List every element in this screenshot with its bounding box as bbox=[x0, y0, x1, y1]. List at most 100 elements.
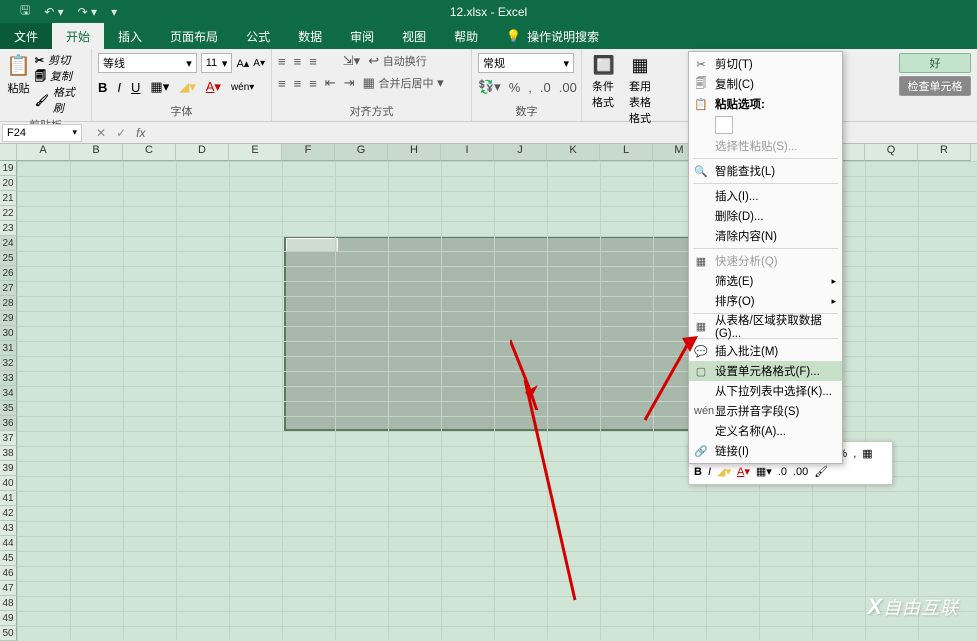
border-button[interactable]: ▦▾ bbox=[150, 79, 169, 95]
fill-color-button[interactable]: ◢▾ bbox=[179, 79, 196, 95]
font-color-button[interactable]: A▾ bbox=[206, 79, 221, 95]
row-header-50[interactable]: 50 bbox=[0, 626, 17, 641]
row-header-22[interactable]: 22 bbox=[0, 206, 17, 221]
row-header-40[interactable]: 40 bbox=[0, 476, 17, 491]
mini-fill-icon[interactable]: ◢▾ bbox=[717, 465, 731, 478]
name-box[interactable]: F24▾ bbox=[2, 124, 82, 142]
col-header-A[interactable]: A bbox=[17, 144, 70, 161]
col-header-J[interactable]: J bbox=[494, 144, 547, 161]
ctx-clear[interactable]: 清除内容(N) bbox=[689, 226, 842, 246]
currency-icon[interactable]: 💱▾ bbox=[478, 79, 501, 95]
align-top-icon[interactable]: ≡ bbox=[278, 54, 286, 69]
col-header-R[interactable]: R bbox=[918, 144, 971, 161]
col-header-B[interactable]: B bbox=[70, 144, 123, 161]
row-header-31[interactable]: 31 bbox=[0, 341, 17, 356]
mini-dec-icon[interactable]: .0 bbox=[778, 466, 787, 478]
row-header-43[interactable]: 43 bbox=[0, 521, 17, 536]
ctx-copy[interactable]: 🗐复制(C) bbox=[689, 74, 842, 94]
indent-dec-icon[interactable]: ⇤ bbox=[325, 75, 336, 91]
painter-button[interactable]: 🖌格式刷 bbox=[35, 85, 85, 117]
row-header-30[interactable]: 30 bbox=[0, 326, 17, 341]
ctx-comment[interactable]: 💬插入批注(M) bbox=[689, 341, 842, 361]
cond-format-button[interactable]: 🔲 条件格式 bbox=[588, 53, 620, 112]
tab-review[interactable]: 审阅 bbox=[336, 23, 388, 49]
tell-me[interactable]: 💡 操作说明搜索 bbox=[492, 23, 599, 49]
tab-help[interactable]: 帮助 bbox=[440, 23, 492, 49]
tab-data[interactable]: 数据 bbox=[284, 23, 336, 49]
ctx-dropdown-pick[interactable]: 从下拉列表中选择(K)... bbox=[689, 381, 842, 401]
ctx-paste-chip[interactable] bbox=[689, 114, 842, 136]
ctx-link[interactable]: 🔗链接(I) bbox=[689, 441, 842, 461]
mini-comma-icon[interactable]: , bbox=[853, 448, 856, 460]
col-header-D[interactable]: D bbox=[176, 144, 229, 161]
cancel-formula-icon[interactable]: ✕ bbox=[96, 126, 106, 140]
col-header-G[interactable]: G bbox=[335, 144, 388, 161]
col-header-I[interactable]: I bbox=[441, 144, 494, 161]
ctx-insert[interactable]: 插入(I)... bbox=[689, 186, 842, 206]
bold-button[interactable]: B bbox=[98, 80, 107, 95]
indent-inc-icon[interactable]: ⇥ bbox=[344, 75, 355, 91]
row-header-38[interactable]: 38 bbox=[0, 446, 17, 461]
row-header-20[interactable]: 20 bbox=[0, 176, 17, 191]
row-header-42[interactable]: 42 bbox=[0, 506, 17, 521]
mini-border2-icon[interactable]: ▦▾ bbox=[756, 465, 772, 478]
align-left-icon[interactable]: ≡ bbox=[278, 76, 286, 91]
mini-italic-button[interactable]: I bbox=[708, 466, 711, 478]
ctx-filter[interactable]: 筛选(E)▸ bbox=[689, 271, 842, 291]
mini-inc-icon[interactable]: .00 bbox=[793, 466, 808, 478]
cut-button[interactable]: ✂剪切 bbox=[35, 53, 85, 69]
row-header-29[interactable]: 29 bbox=[0, 311, 17, 326]
row-header-48[interactable]: 48 bbox=[0, 596, 17, 611]
row-header-36[interactable]: 36 bbox=[0, 416, 17, 431]
ctx-define-name[interactable]: 定义名称(A)... bbox=[689, 421, 842, 441]
row-header-23[interactable]: 23 bbox=[0, 221, 17, 236]
ctx-format-cells[interactable]: ▢设置单元格格式(F)... bbox=[689, 361, 842, 381]
table-format-button[interactable]: ▦ 套用 表格格式 bbox=[624, 53, 656, 128]
fx-icon[interactable]: fx bbox=[136, 126, 145, 140]
mini-fontcolor-icon[interactable]: A▾ bbox=[737, 465, 750, 478]
pinyin-button[interactable]: wén▾ bbox=[231, 82, 254, 93]
redo-icon[interactable]: ↷ ▾ bbox=[78, 5, 97, 19]
row-header-47[interactable]: 47 bbox=[0, 581, 17, 596]
copy-button[interactable]: 🗐复制 bbox=[35, 69, 85, 85]
row-header-25[interactable]: 25 bbox=[0, 251, 17, 266]
align-bot-icon[interactable]: ≡ bbox=[309, 54, 317, 69]
select-all-corner[interactable] bbox=[0, 144, 17, 161]
dec-dec-icon[interactable]: .00 bbox=[559, 80, 577, 95]
align-center-icon[interactable]: ≡ bbox=[294, 76, 302, 91]
wrap-button[interactable]: ↩ 自动换行 bbox=[368, 53, 427, 69]
style-good[interactable]: 好 bbox=[899, 53, 971, 73]
row-header-19[interactable]: 19 bbox=[0, 161, 17, 176]
font-name-dropdown[interactable]: 等线▾ bbox=[98, 53, 197, 73]
ctx-cut[interactable]: ✂剪切(T) bbox=[689, 54, 842, 74]
row-header-33[interactable]: 33 bbox=[0, 371, 17, 386]
merge-button[interactable]: ▦ 合并后居中 ▾ bbox=[363, 75, 444, 91]
tab-view[interactable]: 视图 bbox=[388, 23, 440, 49]
save-icon[interactable]: 🖫 bbox=[20, 1, 30, 22]
col-header-Q[interactable]: Q bbox=[865, 144, 918, 161]
increase-font-icon[interactable]: A▴ bbox=[236, 57, 249, 70]
font-size-dropdown[interactable]: 11▾ bbox=[201, 53, 233, 73]
align-right-icon[interactable]: ≡ bbox=[309, 76, 317, 91]
row-header-44[interactable]: 44 bbox=[0, 536, 17, 551]
tab-insert[interactable]: 插入 bbox=[104, 23, 156, 49]
qat-more-icon[interactable]: ▾ bbox=[111, 5, 117, 19]
row-header-45[interactable]: 45 bbox=[0, 551, 17, 566]
align-mid-icon[interactable]: ≡ bbox=[294, 54, 302, 69]
row-header-27[interactable]: 27 bbox=[0, 281, 17, 296]
tab-layout[interactable]: 页面布局 bbox=[156, 23, 232, 49]
tab-formula[interactable]: 公式 bbox=[232, 23, 284, 49]
comma-icon[interactable]: , bbox=[528, 80, 532, 95]
paste-button[interactable]: 📋 粘贴 bbox=[6, 53, 31, 96]
underline-button[interactable]: U bbox=[131, 80, 140, 95]
decrease-font-icon[interactable]: A▾ bbox=[253, 58, 265, 69]
row-header-34[interactable]: 34 bbox=[0, 386, 17, 401]
col-header-K[interactable]: K bbox=[547, 144, 600, 161]
ctx-pinyin[interactable]: wén显示拼音字段(S) bbox=[689, 401, 842, 421]
col-header-C[interactable]: C bbox=[123, 144, 176, 161]
ctx-smart-lookup[interactable]: 🔍智能查找(L) bbox=[689, 161, 842, 181]
row-header-28[interactable]: 28 bbox=[0, 296, 17, 311]
row-header-21[interactable]: 21 bbox=[0, 191, 17, 206]
ctx-sort[interactable]: 排序(O)▸ bbox=[689, 291, 842, 311]
tab-home[interactable]: 开始 bbox=[52, 23, 104, 49]
